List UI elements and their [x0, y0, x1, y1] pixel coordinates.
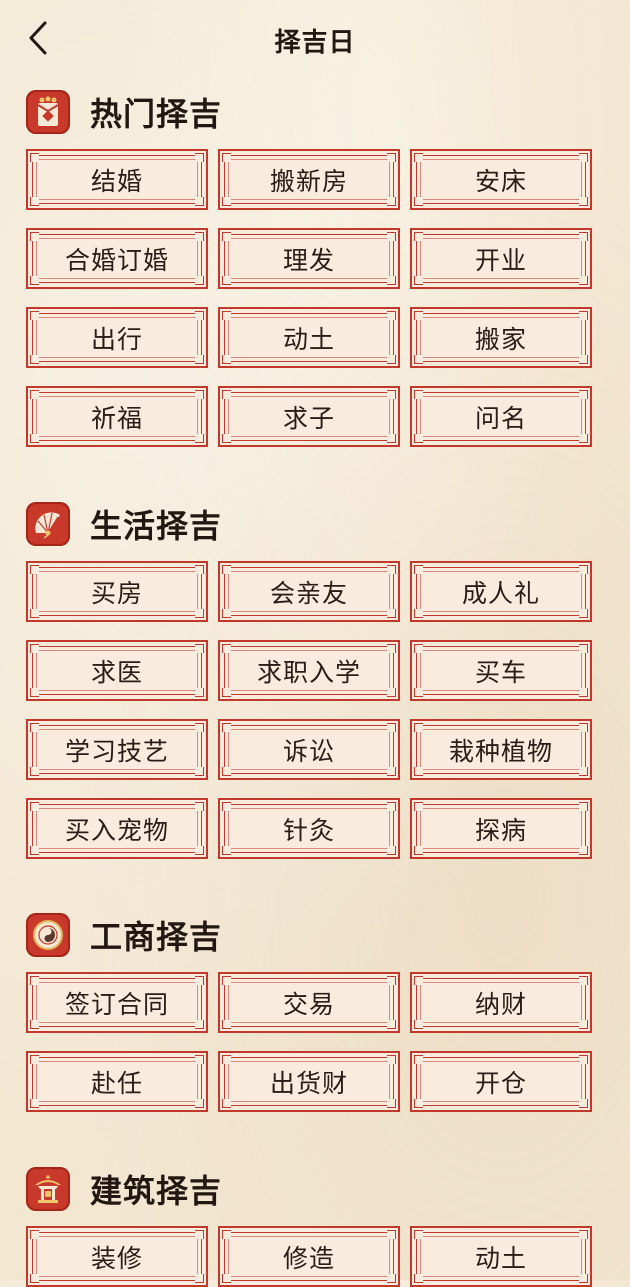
option-qiuzi[interactable]: 求子 — [218, 386, 400, 447]
option-anchuang[interactable]: 安床 — [410, 149, 592, 210]
option-wenming[interactable]: 问名 — [410, 386, 592, 447]
option-label: 理发 — [282, 245, 335, 275]
red-envelope-icon — [26, 90, 70, 134]
option-label: 探病 — [474, 815, 527, 845]
option-banjia[interactable]: 搬家 — [410, 307, 592, 368]
option-label: 安床 — [474, 166, 527, 196]
option-zhuangxiu[interactable]: 装修 — [26, 1226, 208, 1287]
option-label: 签订合同 — [64, 989, 169, 1019]
option-qiuzhi-ruxue[interactable]: 求职入学 — [218, 640, 400, 701]
option-label: 求医 — [90, 657, 143, 687]
option-lifa[interactable]: 理发 — [218, 228, 400, 289]
option-jiehun[interactable]: 结婚 — [26, 149, 208, 210]
fan-icon — [26, 502, 70, 546]
option-dongtu-building[interactable]: 动土 — [410, 1226, 592, 1287]
option-grid: 装修 修造 动土 — [26, 1226, 596, 1287]
option-label: 问名 — [474, 403, 527, 433]
option-qiuyi[interactable]: 求医 — [26, 640, 208, 701]
option-huiqinyou[interactable]: 会亲友 — [218, 561, 400, 622]
top-bar: 择吉日 — [0, 0, 630, 78]
option-nacai[interactable]: 纳财 — [410, 972, 592, 1033]
option-chuhuocai[interactable]: 出货财 — [218, 1051, 400, 1112]
option-xuexi-jiyi[interactable]: 学习技艺 — [26, 719, 208, 780]
option-zaizhong-zhiwu[interactable]: 栽种植物 — [410, 719, 592, 780]
option-label: 开业 — [474, 245, 527, 275]
option-zhenjiu[interactable]: 针灸 — [218, 798, 400, 859]
page-title: 择吉日 — [274, 28, 356, 58]
option-label: 出行 — [90, 324, 143, 354]
option-susong[interactable]: 诉讼 — [218, 719, 400, 780]
option-label: 出货财 — [269, 1068, 348, 1098]
section-header: 热门择吉 — [26, 88, 596, 136]
option-label: 求职入学 — [256, 657, 361, 687]
section-hot: 热门择吉 结婚 搬新房 安床 合婚订婚 理发 开业 出行 动土 搬家 祈福 求子… — [26, 88, 596, 447]
option-label: 修造 — [282, 1243, 335, 1273]
pavilion-icon — [26, 1167, 70, 1211]
option-banxinfang[interactable]: 搬新房 — [218, 149, 400, 210]
option-label: 求子 — [282, 403, 335, 433]
option-dongtu[interactable]: 动土 — [218, 307, 400, 368]
option-label: 搬家 — [474, 324, 527, 354]
option-grid: 结婚 搬新房 安床 合婚订婚 理发 开业 出行 动土 搬家 祈福 求子 问名 — [26, 149, 596, 447]
option-label: 动土 — [282, 324, 335, 354]
option-label: 赴任 — [90, 1068, 143, 1098]
section-title: 生活择吉 — [90, 507, 223, 545]
option-label: 开仓 — [474, 1068, 527, 1098]
option-label: 诉讼 — [282, 736, 335, 766]
option-label: 买车 — [474, 657, 527, 687]
section-header: 建筑择吉 — [26, 1165, 596, 1213]
option-label: 搬新房 — [269, 166, 348, 196]
option-chuxing[interactable]: 出行 — [26, 307, 208, 368]
option-label: 纳财 — [474, 989, 527, 1019]
bagua-compass-icon — [26, 913, 70, 957]
option-label: 针灸 — [282, 815, 335, 845]
option-furen[interactable]: 赴任 — [26, 1051, 208, 1112]
option-kaicang[interactable]: 开仓 — [410, 1051, 592, 1112]
option-xiuzao[interactable]: 修造 — [218, 1226, 400, 1287]
option-label: 会亲友 — [269, 578, 348, 608]
option-kaiye[interactable]: 开业 — [410, 228, 592, 289]
option-maifang[interactable]: 买房 — [26, 561, 208, 622]
section-header: 工商择吉 — [26, 911, 596, 959]
option-label: 结婚 — [90, 166, 143, 196]
option-label: 学习技艺 — [64, 736, 169, 766]
option-hehun-dinghun[interactable]: 合婚订婚 — [26, 228, 208, 289]
section-business: 工商择吉 签订合同 交易 纳财 赴任 出货财 开仓 — [26, 911, 596, 1112]
option-jiaoyi[interactable]: 交易 — [218, 972, 400, 1033]
section-title: 建筑择吉 — [90, 1172, 223, 1210]
option-mairu-chongwu[interactable]: 买入宠物 — [26, 798, 208, 859]
option-tanbing[interactable]: 探病 — [410, 798, 592, 859]
option-label: 成人礼 — [461, 578, 540, 608]
section-title: 工商择吉 — [90, 918, 223, 956]
option-label: 合婚订婚 — [64, 245, 169, 275]
section-life: 生活择吉 买房 会亲友 成人礼 求医 求职入学 买车 学习技艺 诉讼 栽种植物 … — [26, 500, 596, 859]
option-label: 动土 — [474, 1243, 527, 1273]
option-grid: 签订合同 交易 纳财 赴任 出货财 开仓 — [26, 972, 596, 1112]
section-header: 生活择吉 — [26, 500, 596, 548]
option-label: 祈福 — [90, 403, 143, 433]
section-title: 热门择吉 — [90, 95, 223, 133]
option-qifu[interactable]: 祈福 — [26, 386, 208, 447]
option-label: 栽种植物 — [448, 736, 553, 766]
option-chengrenli[interactable]: 成人礼 — [410, 561, 592, 622]
option-label: 交易 — [282, 989, 335, 1019]
option-label: 买房 — [90, 578, 143, 608]
option-label: 装修 — [90, 1243, 143, 1273]
option-label: 买入宠物 — [64, 815, 169, 845]
option-grid: 买房 会亲友 成人礼 求医 求职入学 买车 学习技艺 诉讼 栽种植物 买入宠物 … — [26, 561, 596, 859]
option-maiche[interactable]: 买车 — [410, 640, 592, 701]
section-building: 建筑择吉 装修 修造 动土 — [26, 1165, 596, 1287]
option-qianding-hetong[interactable]: 签订合同 — [26, 972, 208, 1033]
